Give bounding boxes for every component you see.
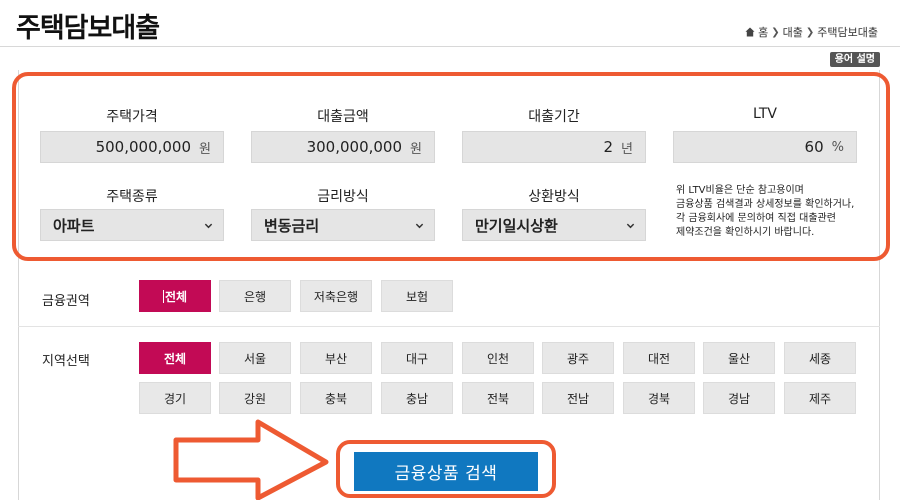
- region-chip[interactable]: 경남: [703, 382, 775, 414]
- region-chip[interactable]: 충남: [381, 382, 453, 414]
- breadcrumb-current: 주택담보대출: [817, 26, 878, 39]
- breadcrumb: 홈 ❯ 대출 ❯ 주택담보대출: [745, 24, 878, 40]
- house-type-value: 아파트: [53, 216, 95, 235]
- ltv-note-line: 제약조건을 확인하시기 바랍니다.: [676, 227, 815, 238]
- region-chip[interactable]: 강원: [219, 382, 291, 414]
- house-type-select[interactable]: 아파트: [40, 209, 224, 241]
- repayment-label: 상환방식: [528, 189, 580, 205]
- sector-chip-bank[interactable]: 은행: [219, 280, 291, 312]
- region-chip[interactable]: 전체: [139, 342, 211, 374]
- loan-amount-label: 대출금액: [317, 109, 369, 125]
- breadcrumb-home-link[interactable]: 홈: [758, 24, 768, 40]
- rate-type-select[interactable]: 변동금리: [251, 209, 435, 241]
- ltv-note-line: 위 LTV비율은 단순 참고용이며: [676, 185, 804, 196]
- region-chip[interactable]: 충북: [300, 382, 372, 414]
- sector-chip-savings-bank[interactable]: 저축은행: [300, 280, 372, 312]
- loan-period-label: 대출기간: [528, 109, 580, 125]
- loan-period-value: 2: [603, 138, 614, 156]
- ltv-note-line: 각 금융회사에 문의하여 직접 대출관련: [676, 213, 836, 224]
- loan-amount-value: 300,000,000: [306, 138, 403, 156]
- house-price-unit: 원: [199, 141, 211, 157]
- region-chip[interactable]: 전남: [542, 382, 614, 414]
- ltv-disclaimer: 위 LTV비율은 단순 참고용이며 금융상품 검색결과 상세정보를 확인하거나,…: [676, 184, 876, 240]
- chevron-down-icon: [415, 223, 424, 228]
- title-divider: [0, 46, 900, 47]
- house-price-label: 주택가격: [106, 109, 158, 125]
- region-chip[interactable]: 제주: [784, 382, 856, 414]
- financial-sector-label: 금융권역: [42, 294, 90, 309]
- region-chip[interactable]: 세종: [784, 342, 856, 374]
- home-icon: [745, 27, 755, 37]
- sector-chip-all[interactable]: 전체: [139, 280, 211, 312]
- region-chip[interactable]: 경북: [623, 382, 695, 414]
- ltv-value: 60: [804, 138, 824, 156]
- page-title: 주택담보대출: [16, 13, 160, 44]
- repayment-value: 만기일시상환: [475, 216, 558, 235]
- row-divider: [18, 326, 880, 327]
- loan-period-field[interactable]: 2 년: [462, 131, 646, 163]
- breadcrumb-separator-icon: ❯: [805, 26, 815, 38]
- region-chip[interactable]: 대전: [623, 342, 695, 374]
- house-price-value: 500,000,000: [95, 138, 192, 156]
- ltv-field[interactable]: 60 %: [673, 131, 857, 163]
- sector-chip-insurance[interactable]: 보험: [381, 280, 453, 312]
- region-chip[interactable]: 대구: [381, 342, 453, 374]
- glossary-button[interactable]: 용어 설명: [829, 52, 880, 67]
- house-price-field[interactable]: 500,000,000 원: [40, 131, 224, 163]
- loan-amount-field[interactable]: 300,000,000 원: [251, 131, 435, 163]
- arrow-right-icon: [173, 419, 329, 500]
- loan-amount-unit: 원: [410, 141, 422, 157]
- breadcrumb-section-link[interactable]: 대출: [783, 24, 803, 40]
- region-chip[interactable]: 광주: [542, 342, 614, 374]
- rate-type-value: 변동금리: [264, 216, 320, 235]
- loan-period-unit: 년: [621, 141, 633, 157]
- region-chip[interactable]: 서울: [219, 342, 291, 374]
- ltv-note-line: 금융상품 검색결과 상세정보를 확인하거나,: [676, 199, 855, 210]
- breadcrumb-separator-icon: ❯: [771, 26, 780, 38]
- region-chip[interactable]: 부산: [300, 342, 372, 374]
- region-chip[interactable]: 전북: [462, 382, 534, 414]
- chevron-down-icon: [204, 223, 213, 228]
- ltv-unit: %: [831, 139, 844, 155]
- text-caret: [162, 289, 164, 303]
- rate-type-label: 금리방식: [317, 189, 369, 205]
- repayment-select[interactable]: 만기일시상환: [462, 209, 646, 241]
- house-type-label: 주택종류: [106, 189, 158, 205]
- ltv-label: LTV: [752, 106, 777, 122]
- region-label: 지역선택: [42, 354, 90, 369]
- region-chip[interactable]: 경기: [139, 382, 211, 414]
- chevron-down-icon: [626, 223, 635, 228]
- region-chip[interactable]: 울산: [703, 342, 775, 374]
- search-products-button[interactable]: 금융상품 검색: [354, 452, 538, 491]
- region-chip[interactable]: 인천: [462, 342, 534, 374]
